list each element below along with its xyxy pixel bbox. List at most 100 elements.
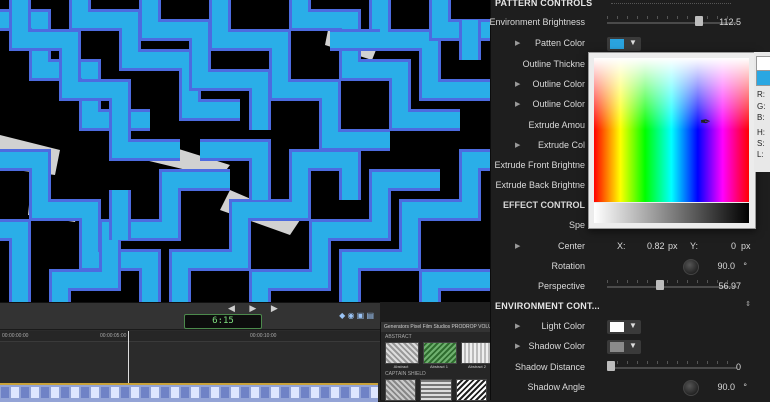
patten-color-row[interactable]: ▶ Patten Color ▼ <box>491 34 770 54</box>
timecode-display[interactable]: 6:15 <box>184 314 262 329</box>
generator-thumb[interactable]: Abstract 1 <box>423 342 457 369</box>
clip-frame <box>241 387 249 398</box>
timeline-tool-icons[interactable]: ◆ ◉ ▣ ▤ <box>339 311 374 320</box>
clip-frame <box>221 387 229 398</box>
unit-label: ° <box>743 261 747 271</box>
timeline-toolbar: ◀ ▶ ▶ 6:15 ◆ ◉ ▣ ▤ <box>0 303 380 330</box>
param-value[interactable]: 0 <box>736 362 741 372</box>
unit-label: ° <box>743 382 747 392</box>
clip-frame <box>251 387 259 398</box>
param-label: Extrude Front Brightne <box>494 160 585 170</box>
param-label: Outline Color <box>532 79 585 89</box>
browser-category: ABSTRACT <box>385 334 412 340</box>
transport-controls[interactable]: ◀ ▶ ▶ <box>228 303 284 314</box>
ruler-mark: 00:00:10:00 <box>250 333 277 339</box>
shadow-color-row[interactable]: ▶ Shadow Color ▼ <box>491 337 770 357</box>
clip-frame <box>171 387 179 398</box>
clip-frame <box>1 387 9 398</box>
disclosure-triangle-icon[interactable]: ▶ <box>515 342 520 350</box>
environment-controls-section[interactable]: ENVIRONMENT CONT... ⇕ <box>491 297 770 317</box>
clip-frame <box>21 387 29 398</box>
clip-frame <box>141 387 149 398</box>
light-color-well[interactable]: ▼ <box>607 320 641 334</box>
slider-knob[interactable] <box>655 280 664 290</box>
unit-label: px <box>668 241 678 251</box>
environment-brightness-row[interactable]: Environment Brightness 112.5 <box>489 13 770 33</box>
unit-label: px <box>741 241 751 251</box>
timeline-clip[interactable] <box>0 383 378 402</box>
environment-brightness-slider[interactable] <box>607 16 737 26</box>
color-swatch[interactable] <box>610 322 624 332</box>
clip-frame <box>81 387 89 398</box>
color-picker-popup[interactable] <box>588 52 756 229</box>
clip-frame <box>211 387 219 398</box>
clip-frame <box>101 387 109 398</box>
center-row[interactable]: ▶ Center X: 0.82 px Y: 0 px <box>491 237 770 257</box>
slider-knob[interactable] <box>694 16 703 26</box>
g-label: G: <box>757 102 766 111</box>
param-value[interactable]: 56.97 <box>718 281 741 291</box>
shadow-angle-row[interactable]: Shadow Angle 90.0 ° <box>491 378 770 398</box>
rotation-row[interactable]: Rotation 90.0 ° <box>491 257 770 277</box>
patten-color-well[interactable]: ▼ <box>607 37 641 51</box>
color-spectrum[interactable] <box>594 58 749 202</box>
param-value[interactable]: 112.5 <box>719 17 741 27</box>
disclosure-triangle-icon[interactable]: ▶ <box>515 39 520 47</box>
param-label: Patten Color <box>534 38 585 48</box>
generator-thumb[interactable] <box>420 379 452 401</box>
chevron-down-icon[interactable]: ▼ <box>629 321 637 330</box>
disclosure-triangle-icon[interactable]: ▶ <box>515 100 520 108</box>
rotation-dial[interactable] <box>683 259 699 275</box>
generator-thumb[interactable] <box>385 379 417 401</box>
slider-knob[interactable] <box>607 361 615 371</box>
param-value[interactable]: 90.0 <box>717 261 735 271</box>
clip-frame <box>301 387 309 398</box>
clip-frame <box>261 387 269 398</box>
generator-thumb[interactable] <box>455 379 487 401</box>
generators-browser[interactable]: Generators Pixel Film Studios PRODROP VO… <box>380 322 495 401</box>
shadow-distance-row[interactable]: Shadow Distance 0 <box>491 358 770 378</box>
clip-frame <box>311 387 319 398</box>
color-swatch[interactable] <box>610 39 624 49</box>
param-label: Light Color <box>541 321 585 331</box>
param-label: Shadow Color <box>528 341 585 351</box>
browser-header: Generators Pixel Film Studios PRODROP VO… <box>381 322 491 332</box>
clip-frame <box>281 387 289 398</box>
color-values-panel: R: G: B: H: S: L: <box>754 52 770 172</box>
center-y-value[interactable]: 0 <box>731 241 736 251</box>
param-label: Outline Color <box>532 99 585 109</box>
chevron-down-icon[interactable]: ▼ <box>629 341 637 350</box>
eyedropper-icon[interactable]: ✒ <box>700 114 711 130</box>
chevron-down-icon[interactable]: ▼ <box>629 38 637 47</box>
new-color-swatch <box>756 70 770 86</box>
param-value[interactable]: 90.0 <box>717 382 735 392</box>
perspective-row[interactable]: Perspective 56.97 <box>491 277 770 297</box>
clip-frame <box>51 387 59 398</box>
light-color-row[interactable]: ▶ Light Color ▼ <box>491 317 770 337</box>
pattern-controls-section[interactable]: PATTERN CONTROLS <box>491 0 770 14</box>
clip-frame <box>71 387 79 398</box>
video-viewer[interactable] <box>0 0 490 302</box>
disclosure-triangle-icon[interactable]: ▶ <box>515 242 520 250</box>
center-x-value[interactable]: 0.82 <box>647 241 665 251</box>
stepper-icon[interactable]: ⇕ <box>745 300 751 308</box>
timeline-ruler[interactable]: 00:00:00:00 00:00:05:00 00:00:10:00 <box>0 331 380 342</box>
disclosure-triangle-icon[interactable]: ▶ <box>515 80 520 88</box>
maze-pattern-render <box>0 0 490 302</box>
shadow-color-well[interactable]: ▼ <box>607 340 641 354</box>
shadow-angle-dial[interactable] <box>683 380 699 396</box>
clip-frame <box>121 387 129 398</box>
clip-frame <box>321 387 329 398</box>
shadow-distance-slider[interactable] <box>607 361 737 371</box>
clip-filmstrip <box>1 387 378 398</box>
x-label: X: <box>617 241 626 251</box>
disclosure-triangle-icon[interactable]: ▶ <box>515 322 520 330</box>
color-swatch[interactable] <box>610 342 624 352</box>
param-label: Center <box>557 241 585 251</box>
param-label: Extrude Col <box>537 140 585 150</box>
generator-thumb[interactable]: Abstract <box>385 342 419 369</box>
disclosure-triangle-icon[interactable]: ▶ <box>515 141 520 149</box>
clip-frame <box>31 387 39 398</box>
grayscale-bar[interactable] <box>594 203 749 223</box>
clip-frame <box>341 387 349 398</box>
